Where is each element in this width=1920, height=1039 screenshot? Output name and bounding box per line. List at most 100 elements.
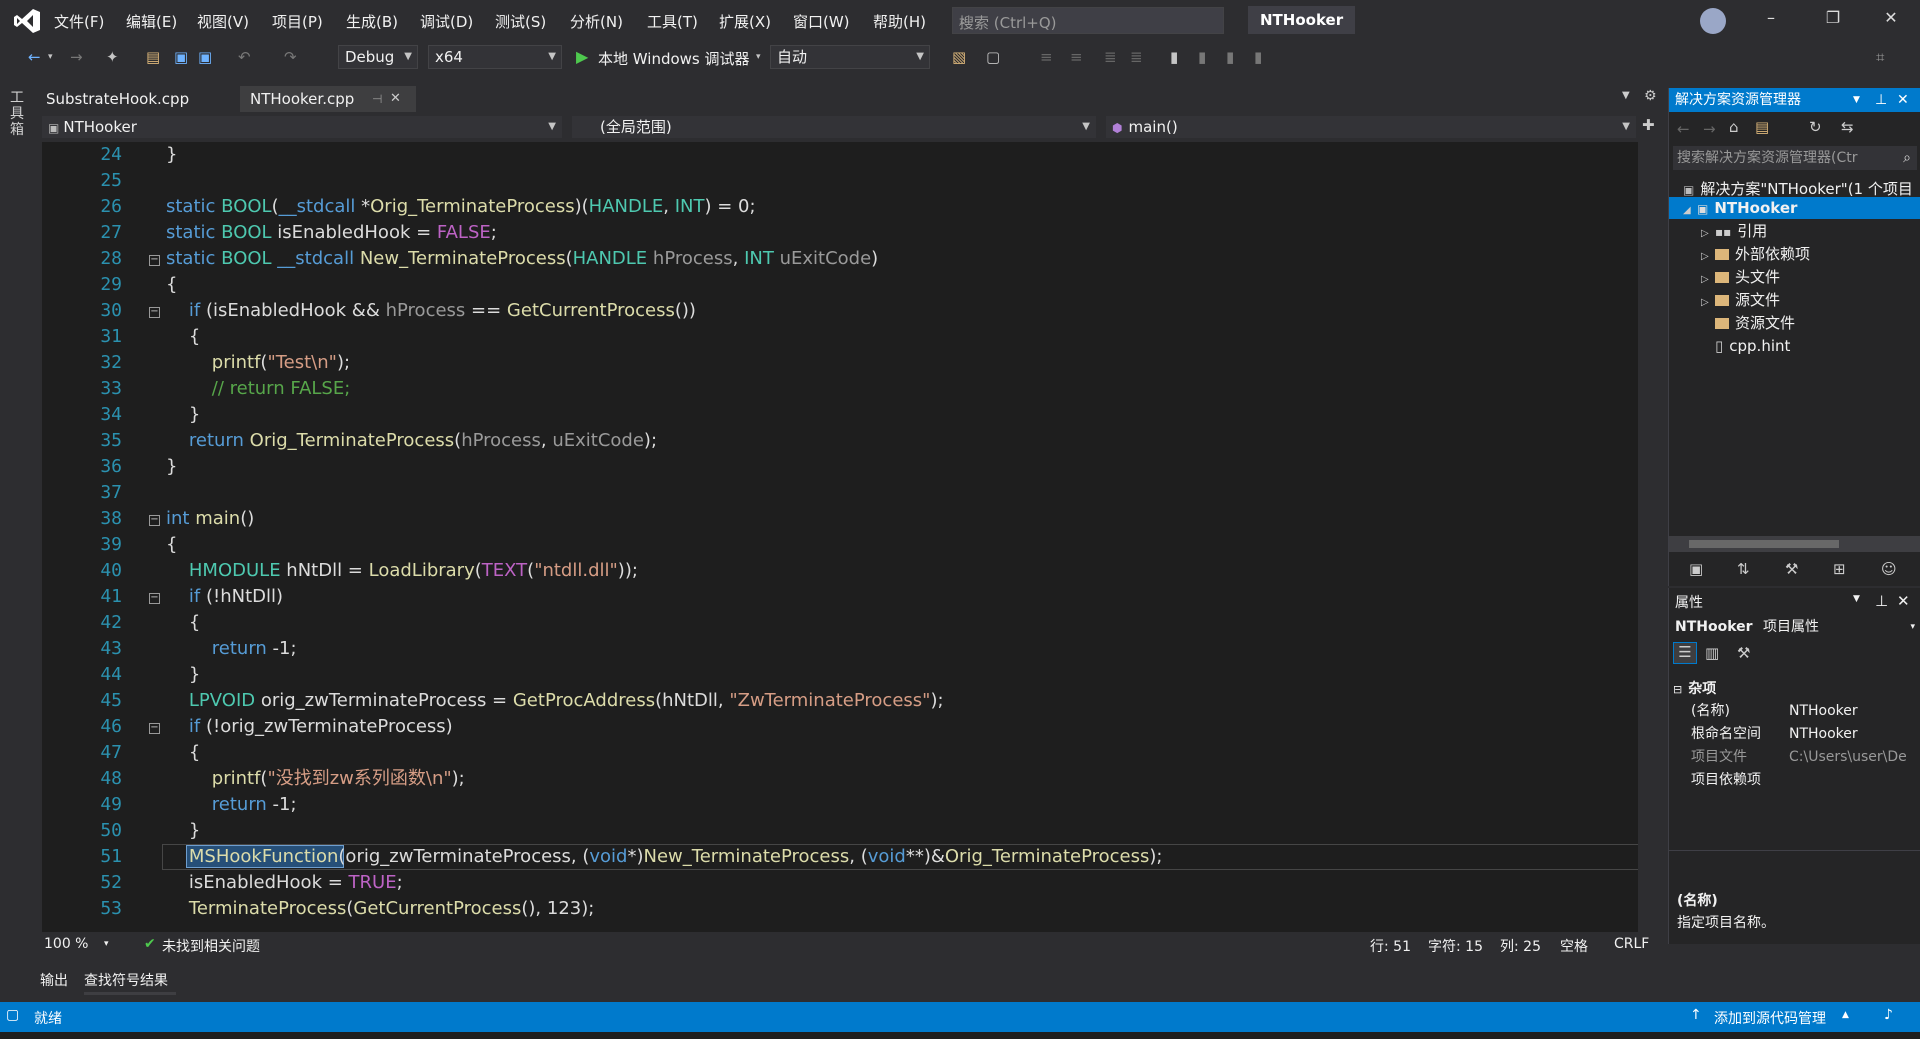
property-row[interactable]: (名称) NTHooker bbox=[1689, 700, 1920, 722]
class-view-tab-icon[interactable]: ⊞ bbox=[1833, 560, 1846, 578]
char-indicator[interactable]: 字符: 15 bbox=[1428, 936, 1483, 956]
start-debugger-button[interactable]: 本地 Windows 调试器 bbox=[598, 48, 750, 69]
menu-test[interactable]: 测试(S) bbox=[495, 11, 546, 32]
properties-object-select[interactable]: NTHooker 项目属性 ▾ bbox=[1675, 616, 1915, 638]
quick-search-input[interactable]: 搜索 (Ctrl+Q) ⌕ bbox=[952, 7, 1224, 34]
collapsed-icon[interactable]: ▷ bbox=[1701, 223, 1715, 245]
menu-view[interactable]: 视图(V) bbox=[197, 11, 249, 32]
tab-find-symbol-results[interactable]: 查找符号结果 bbox=[84, 970, 168, 990]
clear-bookmarks-icon[interactable]: ▮ bbox=[1254, 48, 1262, 66]
code-editor[interactable]: 24 25 26 27 28 29 30 31 32 33 34 35 36 3… bbox=[42, 142, 1638, 932]
chevron-down-icon[interactable]: ▾ bbox=[756, 52, 761, 62]
property-row[interactable]: 项目文件 C:\Users\user\De bbox=[1689, 746, 1920, 768]
property-row[interactable]: 根命名空间 NTHooker bbox=[1689, 723, 1920, 745]
chevron-down-icon[interactable]: ▾ bbox=[48, 52, 53, 62]
scrollbar-thumb[interactable] bbox=[1689, 540, 1839, 548]
open-file-icon[interactable]: ▤ bbox=[146, 48, 160, 66]
chevron-down-icon[interactable]: ▾ bbox=[104, 939, 109, 949]
solution-explorer-tab-icon[interactable]: ▣ bbox=[1689, 560, 1703, 578]
zoom-level-select[interactable]: 100 % bbox=[44, 936, 88, 952]
forward-icon[interactable]: → bbox=[70, 48, 83, 66]
save-all-icon[interactable]: ▣ bbox=[198, 48, 212, 66]
back-icon[interactable]: ← bbox=[1677, 120, 1690, 138]
tree-cpp-hint[interactable]: ▯ cpp.hint bbox=[1715, 335, 1790, 357]
save-icon[interactable]: ▣ bbox=[174, 48, 188, 66]
alphabetical-icon[interactable]: ▥ bbox=[1705, 644, 1719, 662]
fold-toggle-icon[interactable]: − bbox=[149, 723, 160, 734]
pin-icon[interactable]: ⊣ bbox=[372, 86, 382, 112]
tree-resource-files[interactable]: 资源文件 bbox=[1715, 312, 1795, 334]
menu-project[interactable]: 项目(P) bbox=[272, 11, 323, 32]
browse-icon[interactable]: ▧ bbox=[952, 48, 966, 66]
menu-file[interactable]: 文件(F) bbox=[54, 11, 104, 32]
pin-icon[interactable]: ⊥ bbox=[1875, 88, 1887, 112]
menu-analyze[interactable]: 分析(N) bbox=[570, 11, 623, 32]
toolbox-tab[interactable]: 工具箱 bbox=[10, 90, 26, 138]
history-icon[interactable]: ↻ bbox=[1809, 118, 1822, 136]
property-manager-tab-icon[interactable]: ⚒ bbox=[1785, 560, 1798, 578]
solution-search-input[interactable]: 搜索解决方案资源管理器(Ctr ⌕ bbox=[1673, 146, 1917, 170]
tree-header-files[interactable]: ▷ 头文件 bbox=[1701, 266, 1780, 288]
menu-edit[interactable]: 编辑(E) bbox=[126, 11, 177, 32]
tab-substratehook[interactable]: SubstrateHook.cpp bbox=[36, 86, 199, 112]
uncomment-icon[interactable]: ≣ bbox=[1130, 48, 1143, 66]
close-icon[interactable]: ✕ bbox=[1897, 592, 1910, 610]
restore-icon[interactable]: ❐ bbox=[1818, 8, 1848, 32]
window-icon[interactable]: ▢ bbox=[986, 48, 1000, 66]
notification-bell-icon[interactable]: ♪ bbox=[1884, 1007, 1893, 1023]
forward-icon[interactable]: → bbox=[1703, 120, 1716, 138]
live-share-icon[interactable]: ⌗ bbox=[1876, 48, 1884, 66]
collapse-icon[interactable]: ⊟ bbox=[1673, 683, 1682, 696]
sync-icon[interactable]: ⇆ bbox=[1841, 118, 1854, 136]
chevron-up-icon[interactable]: ▲ bbox=[1842, 1010, 1849, 1020]
tree-external-deps[interactable]: ▷ 外部依赖项 bbox=[1701, 243, 1810, 265]
property-pages-icon[interactable]: ⚒ bbox=[1737, 644, 1750, 662]
expanded-icon[interactable]: ◢ bbox=[1683, 200, 1697, 222]
close-window-icon[interactable]: ✕ bbox=[1876, 8, 1906, 32]
chevron-down-icon[interactable]: ▼ bbox=[1853, 88, 1860, 112]
tree-source-files[interactable]: ▷ 源文件 bbox=[1701, 289, 1780, 311]
menu-tools[interactable]: 工具(T) bbox=[647, 11, 698, 32]
pin-icon[interactable]: ⊥ bbox=[1875, 592, 1888, 610]
back-icon[interactable]: ← bbox=[28, 48, 41, 66]
member-scope-select[interactable]: ⬢ main() ▼ bbox=[1106, 116, 1636, 138]
bookmark-icon[interactable]: ▮ bbox=[1170, 48, 1178, 66]
comment-icon[interactable]: ≣ bbox=[1104, 48, 1117, 66]
outdent-icon[interactable]: ≡ bbox=[1070, 48, 1083, 66]
prev-bookmark-icon[interactable]: ▮ bbox=[1198, 48, 1206, 66]
line-indicator[interactable]: 行: 51 bbox=[1370, 936, 1411, 956]
team-explorer-tab-icon[interactable]: ☺ bbox=[1881, 560, 1897, 578]
add-to-source-control-button[interactable]: 添加到源代码管理 bbox=[1714, 1008, 1826, 1028]
new-project-icon[interactable]: ✦ bbox=[106, 48, 119, 66]
property-row[interactable]: 项目依赖项 bbox=[1689, 769, 1920, 791]
column-indicator[interactable]: 列: 25 bbox=[1500, 936, 1541, 956]
whitespace-indicator[interactable]: 空格 bbox=[1560, 936, 1588, 956]
close-icon[interactable]: ✕ bbox=[1897, 88, 1909, 112]
menu-build[interactable]: 生成(B) bbox=[346, 11, 398, 32]
platform-select[interactable]: x64 ▼ bbox=[428, 45, 562, 69]
line-ending-indicator[interactable]: CRLF bbox=[1614, 936, 1649, 952]
menu-debug[interactable]: 调试(D) bbox=[420, 11, 473, 32]
next-bookmark-icon[interactable]: ▮ bbox=[1226, 48, 1234, 66]
project-scope-select[interactable]: ▣ NTHooker ▼ bbox=[42, 116, 562, 138]
tree-references[interactable]: ▷ ▪▪ 引用 bbox=[1701, 220, 1767, 242]
minimize-icon[interactable]: – bbox=[1756, 8, 1786, 32]
collapsed-icon[interactable]: ▷ bbox=[1701, 246, 1715, 268]
gear-icon[interactable]: ⚙ bbox=[1644, 88, 1657, 104]
categorized-icon[interactable]: ☰ bbox=[1673, 642, 1697, 664]
indent-icon[interactable]: ≡ bbox=[1040, 48, 1053, 66]
tree-project[interactable]: ◢ ▣ NTHooker bbox=[1669, 197, 1920, 219]
solution-config-select[interactable]: 自动 ▼ bbox=[770, 45, 930, 69]
fold-toggle-icon[interactable]: − bbox=[149, 307, 160, 318]
switch-views-icon[interactable]: ▤ bbox=[1755, 118, 1769, 136]
user-avatar[interactable] bbox=[1700, 8, 1726, 34]
tab-output[interactable]: 输出 bbox=[40, 970, 68, 990]
tab-list-chevron-icon[interactable]: ▼ bbox=[1622, 90, 1630, 101]
menu-extensions[interactable]: 扩展(X) bbox=[719, 11, 771, 32]
configuration-select[interactable]: Debug ▼ bbox=[338, 45, 418, 69]
chevron-down-icon[interactable]: ▼ bbox=[1853, 594, 1860, 604]
collapsed-icon[interactable]: ▷ bbox=[1701, 292, 1715, 314]
collapsed-icon[interactable]: ▷ bbox=[1701, 269, 1715, 291]
horizontal-scrollbar[interactable] bbox=[1669, 536, 1920, 552]
fold-toggle-icon[interactable]: − bbox=[149, 255, 160, 266]
